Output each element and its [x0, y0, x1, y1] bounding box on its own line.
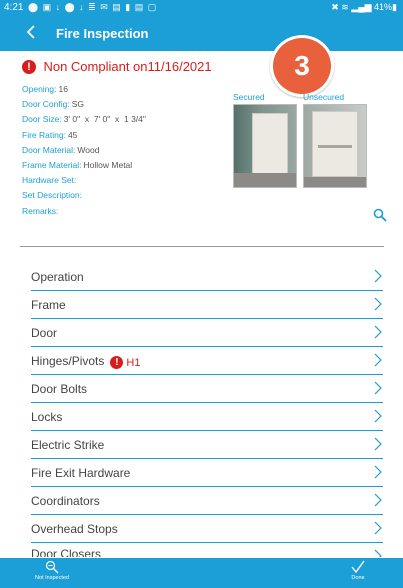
detail-label: Door Size:: [22, 114, 62, 125]
detail-value: SG: [71, 99, 84, 110]
deficiency-flag: ! H1: [110, 355, 141, 370]
chevron-right-icon: [374, 381, 382, 395]
unsecured-door-photo[interactable]: [303, 104, 367, 188]
alert-icon: !: [22, 59, 36, 74]
list-item-label: Fire Exit Hardware: [31, 466, 131, 480]
detail-label: Fire Rating:: [22, 129, 66, 140]
status-time: 4:21: [4, 2, 24, 13]
bottom-action-bar: Not Inspected Done: [0, 558, 403, 588]
section-divider: [20, 246, 384, 247]
list-item-door[interactable]: Door: [31, 319, 383, 347]
done-label: Done: [351, 575, 365, 581]
list-item-operation[interactable]: Operation: [31, 263, 383, 291]
photo-panic-bar: [318, 145, 352, 148]
detail-row-hardware-set: Hardware Set:: [22, 173, 146, 188]
list-item-hinges-pivots[interactable]: Hinges/Pivots! H1: [31, 347, 383, 375]
chevron-right-icon: [374, 269, 382, 283]
chevron-right-icon: [374, 549, 382, 557]
detail-row-remarks: Remarks:: [22, 204, 146, 219]
list-item-locks[interactable]: Locks: [31, 403, 383, 431]
inspection-category-list: Operation Frame Door Hinges/Pivots! H1 Do…: [31, 263, 383, 557]
list-item-label: Door: [31, 326, 58, 340]
list-item-label: Hinges/Pivots: [31, 354, 105, 368]
chevron-right-icon: [374, 521, 382, 535]
detail-label: Remarks:: [22, 205, 59, 216]
list-item-label: Electric Strike: [31, 438, 105, 452]
secured-photo-label: Secured: [233, 92, 265, 102]
list-item-label: Frame: [31, 298, 66, 312]
detail-value: Wood: [77, 144, 100, 155]
detail-label: Hardware Set:: [22, 175, 77, 186]
compliance-status: ! Non Compliant on11/16/2021: [22, 58, 212, 76]
chevron-right-icon: [374, 465, 382, 479]
secured-door-photo[interactable]: [233, 104, 297, 188]
photo-door: [252, 113, 288, 175]
step-number-badge: 3: [270, 35, 334, 97]
system-status-icons: ✖ ≋ ▂▄▆ 41%▮: [331, 2, 397, 12]
photo-floor: [234, 173, 296, 187]
detail-label: Door Material:: [22, 144, 76, 155]
list-item-frame[interactable]: Frame: [31, 291, 383, 319]
chevron-right-icon: [374, 353, 382, 367]
detail-label: Door Config:: [22, 99, 70, 110]
detail-label: Set Description:: [22, 190, 82, 201]
deficiency-code: H1: [126, 357, 141, 369]
list-item-door-closers[interactable]: Door Closers: [31, 543, 383, 557]
detail-row-door-size: Door Size: 3' 0" x 7' 0" x 1 3/4": [22, 112, 146, 127]
detail-row-set-description: Set Description:: [22, 188, 146, 203]
list-item-label: Overhead Stops: [31, 522, 118, 536]
list-item-label-group: Hinges/Pivots! H1: [31, 354, 141, 370]
status-bar: 4:21 ⬤ ▣ ↓ ⬤ ↓ ≣ ✉ ▤ ▮ ▤ ▢ ✖ ≋ ▂▄▆ 41%▮: [0, 0, 403, 17]
alert-icon: !: [110, 356, 124, 370]
detail-row-frame-material: Frame Material: Hollow Metal: [22, 158, 146, 173]
detail-value: 16: [58, 84, 68, 94]
detail-row-fire-rating: Fire Rating: 45: [22, 128, 146, 143]
list-item-electric-strike[interactable]: Electric Strike: [31, 431, 383, 459]
chevron-left-icon: [26, 25, 35, 39]
unsecured-photo-label: Unsecured: [303, 92, 345, 102]
chevron-right-icon: [374, 437, 382, 451]
detail-row-door-material: Door Material: Wood: [22, 143, 146, 158]
detail-row-opening: Opening: 16: [22, 82, 146, 97]
list-item-label: Door Bolts: [31, 382, 88, 396]
detail-value: 45: [67, 129, 78, 140]
chevron-right-icon: [374, 493, 382, 507]
photo-door: [312, 111, 358, 177]
list-item-label: Door Closers: [31, 547, 102, 557]
notification-icons: ⬤ ▣ ↓ ⬤ ↓ ≣ ✉ ▤ ▮ ▤ ▢: [28, 2, 158, 12]
not-inspected-button[interactable]: Not Inspected: [28, 560, 76, 581]
chevron-right-icon: [374, 297, 382, 311]
done-button[interactable]: Done: [344, 560, 372, 581]
chevron-right-icon: [374, 409, 382, 423]
list-item-label: Locks: [31, 410, 63, 424]
not-inspected-label: Not Inspected: [35, 575, 69, 581]
detail-label: Frame Material:: [22, 160, 82, 171]
search-minus-icon: [45, 560, 59, 574]
list-item-label: Operation: [31, 270, 84, 284]
list-item-overhead-stops[interactable]: Overhead Stops: [31, 515, 383, 543]
list-item-fire-exit-hardware[interactable]: Fire Exit Hardware: [31, 459, 383, 487]
photo-floor: [304, 177, 366, 187]
checkmark-icon: [351, 560, 365, 574]
list-item-label: Coordinators: [31, 494, 100, 508]
back-button[interactable]: [26, 24, 44, 44]
list-item-door-bolts[interactable]: Door Bolts: [31, 375, 383, 403]
detail-label: Opening:: [22, 84, 57, 94]
page-title: Fire Inspection: [56, 26, 149, 41]
opening-details: Opening: 16 Door Config: SG Door Size: 3' 0…: [22, 82, 146, 219]
detail-row-door-config: Door Config: SG: [22, 97, 146, 112]
app-bar: Fire Inspection: [0, 17, 403, 51]
chevron-right-icon: [374, 325, 382, 339]
list-item-coordinators[interactable]: Coordinators: [31, 487, 383, 515]
detail-value: Hollow Metal: [83, 160, 133, 171]
detail-value: 3' 0" x 7' 0" x 1 3/4": [63, 114, 146, 125]
compliance-text: Non Compliant on11/16/2021: [43, 59, 212, 75]
search-icon[interactable]: [373, 208, 387, 222]
